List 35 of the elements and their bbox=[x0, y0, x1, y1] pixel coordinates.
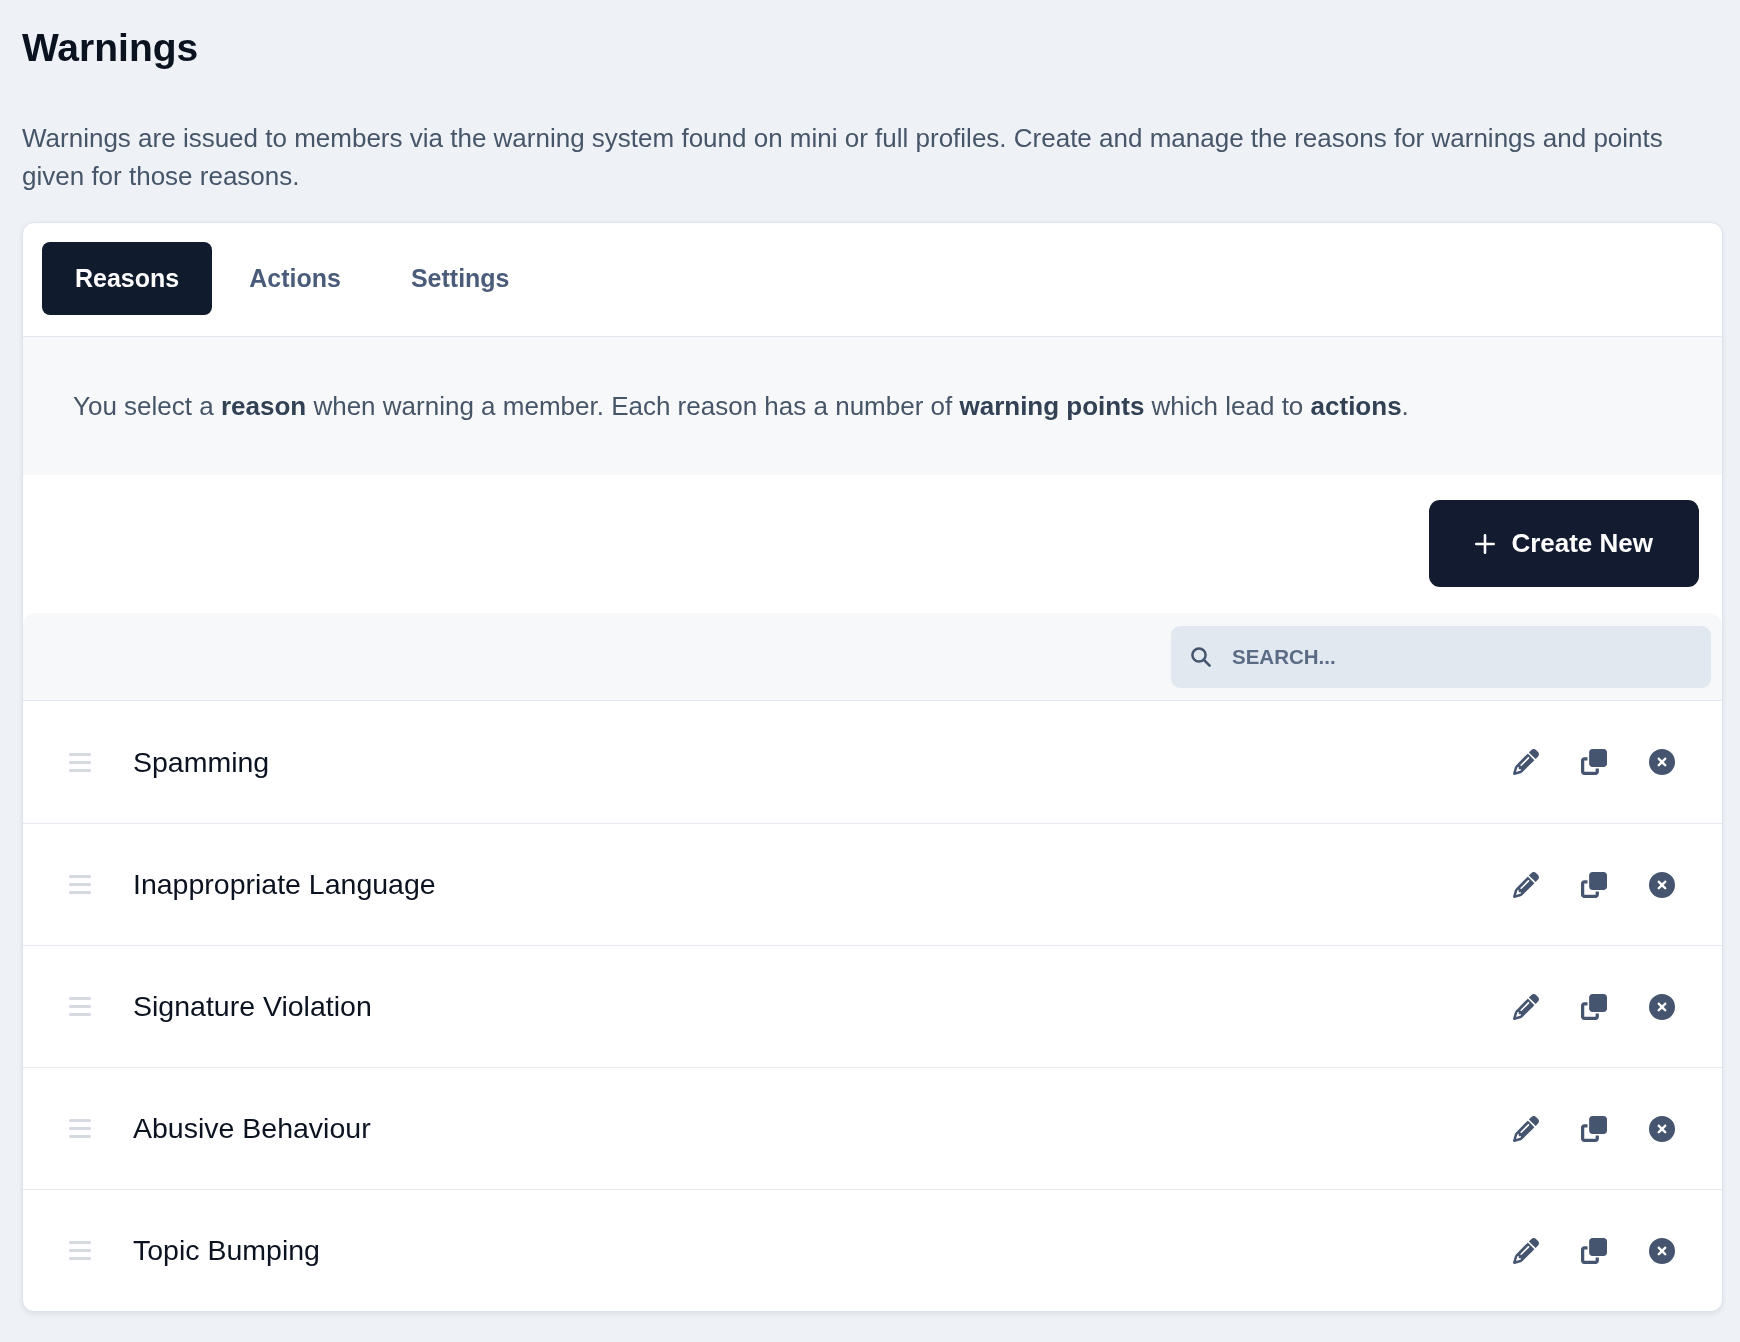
close-icon[interactable] bbox=[1649, 749, 1675, 775]
reason-name: Topic Bumping bbox=[133, 1234, 321, 1267]
create-new-button[interactable]: Create New bbox=[1429, 500, 1699, 587]
tab[interactable]: Actions bbox=[216, 242, 374, 315]
page-description: Warnings are issued to members via the warning system found on mini or full profiles. Create and manage the reasons for warnings and points given for those reasons. bbox=[22, 122, 1664, 193]
close-icon[interactable] bbox=[1649, 871, 1675, 898]
pencil-icon[interactable] bbox=[1513, 993, 1539, 1020]
reason-name: Spamming bbox=[133, 745, 271, 779]
plus-icon bbox=[1475, 533, 1496, 554]
reason-name: Signature Violation bbox=[133, 990, 373, 1023]
drag-handle-icon[interactable] bbox=[69, 1241, 91, 1260]
copy-icon[interactable] bbox=[1581, 871, 1607, 898]
pencil-icon[interactable] bbox=[1513, 1237, 1539, 1264]
drag-handle-icon[interactable] bbox=[69, 1119, 91, 1138]
close-icon[interactable] bbox=[1649, 1115, 1675, 1142]
tab[interactable]: Reasons bbox=[42, 242, 213, 315]
pencil-icon[interactable] bbox=[1513, 871, 1539, 898]
drag-handle-icon[interactable] bbox=[69, 752, 91, 772]
copy-icon[interactable] bbox=[1581, 1115, 1607, 1142]
pencil-icon[interactable] bbox=[1513, 749, 1539, 775]
drag-handle-icon[interactable] bbox=[69, 997, 91, 1016]
tab[interactable]: Settings bbox=[377, 242, 543, 315]
pencil-icon[interactable] bbox=[1513, 1115, 1539, 1142]
search-icon bbox=[1191, 646, 1211, 667]
info-text: You select a reason when warning a member. Each reason has a number of warning points which lead to actions. bbox=[73, 390, 1409, 423]
close-icon[interactable] bbox=[1649, 1237, 1675, 1264]
copy-icon[interactable] bbox=[1581, 993, 1607, 1020]
close-icon[interactable] bbox=[1649, 993, 1675, 1020]
copy-icon[interactable] bbox=[1581, 749, 1607, 775]
copy-icon[interactable] bbox=[1581, 1237, 1607, 1264]
reason-name: Abusive Behaviour bbox=[133, 1112, 372, 1145]
page-title: Warnings bbox=[22, 25, 200, 71]
drag-handle-icon[interactable] bbox=[69, 875, 91, 894]
search-field[interactable]: SEARCH... bbox=[1171, 625, 1711, 688]
reason-name: Inappropriate Language bbox=[133, 868, 437, 901]
